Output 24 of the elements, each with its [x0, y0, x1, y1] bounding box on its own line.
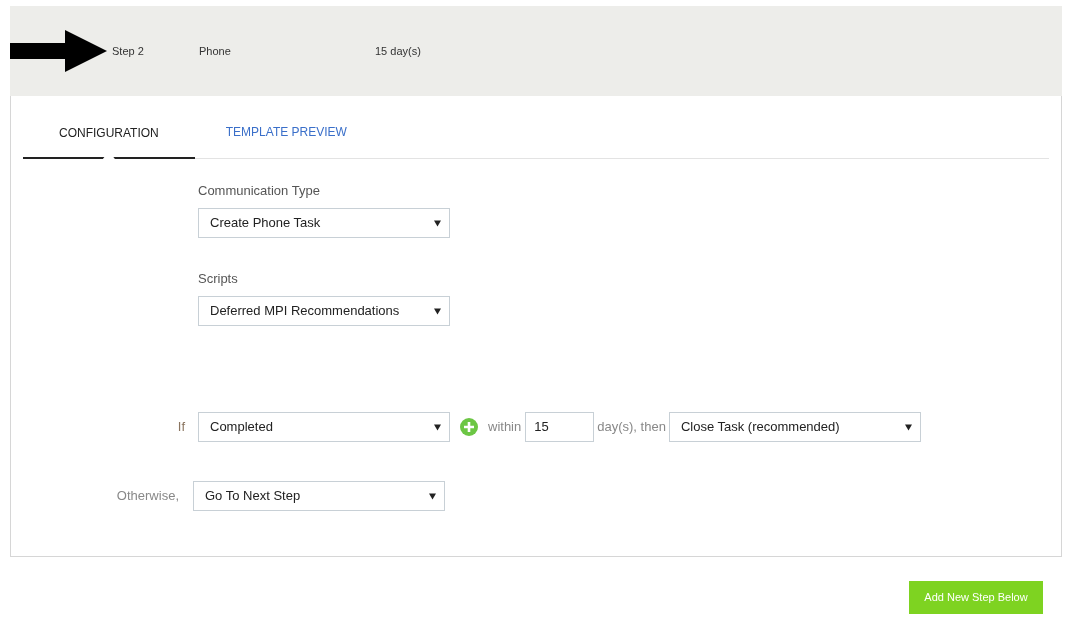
- dropdown[interactable]: Close Task (recommended): [668, 412, 921, 442]
- if-label: If: [176, 418, 185, 437]
- field-label: Scripts: [198, 271, 239, 287]
- otherwise-label: Otherwise,: [115, 487, 179, 506]
- dropdown[interactable]: Create Phone Task: [198, 208, 450, 238]
- field-label: Communication Type: [198, 183, 321, 199]
- caret-icon: [434, 219, 441, 227]
- caret-icon: [429, 492, 436, 500]
- tab[interactable]: TEMPLATE PREVIEW: [225, 123, 347, 158]
- caret-icon: [434, 423, 441, 431]
- dropdown[interactable]: Completed: [198, 412, 450, 442]
- within-label: within: [488, 418, 522, 437]
- arrow-icon: [10, 30, 107, 72]
- plus-icon[interactable]: [460, 418, 478, 436]
- step-number: Step 2: [112, 43, 145, 59]
- caret-icon: [904, 423, 912, 431]
- dropdown[interactable]: Go To Next Step: [193, 481, 445, 511]
- delay-label: 15 day(s): [375, 43, 421, 59]
- days-input[interactable]: 15: [525, 412, 595, 442]
- then-label: day(s), then: [597, 418, 666, 437]
- dropdown[interactable]: Deferred MPI Recommendations: [198, 296, 450, 326]
- caret-icon: [434, 307, 441, 315]
- tab[interactable]: CONFIGURATION: [23, 124, 195, 159]
- channel-label: Phone: [199, 43, 232, 59]
